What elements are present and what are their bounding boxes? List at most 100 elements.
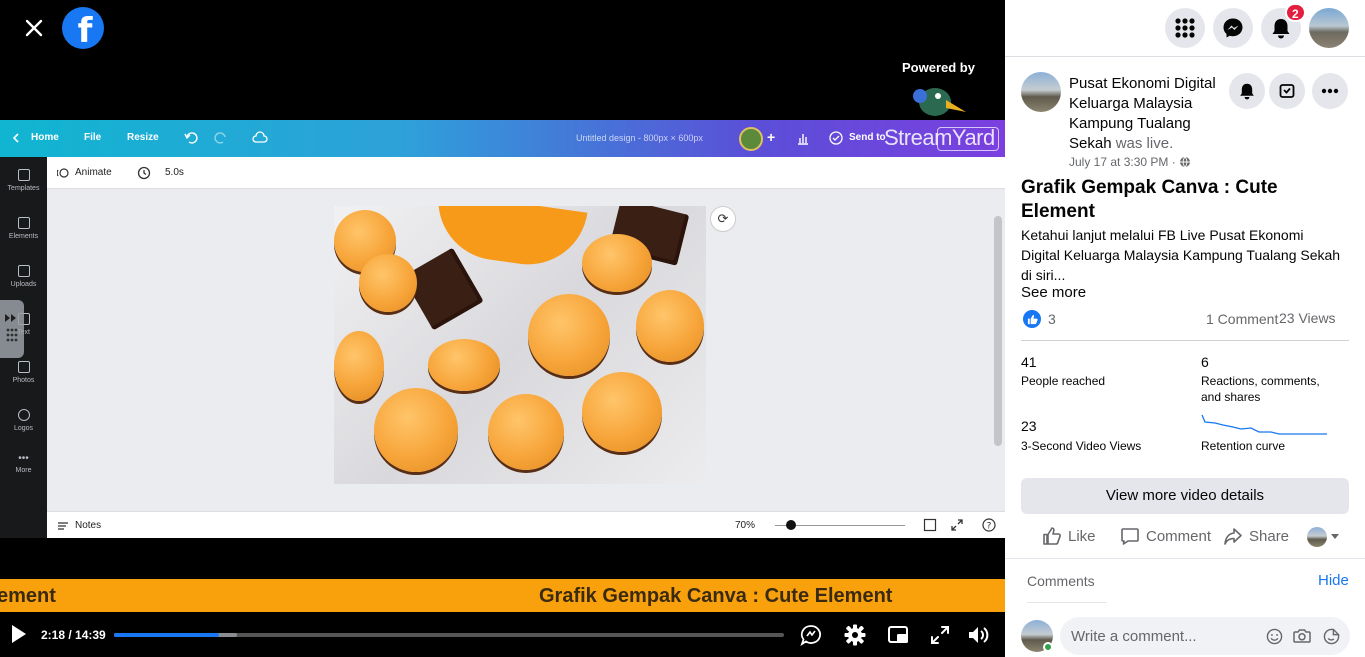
menu-grid-icon [1175,18,1195,38]
reached-count: 41 [1021,354,1037,370]
live-chat-button[interactable] [798,622,824,648]
messenger-button[interactable] [1213,8,1253,48]
hide-comments-link[interactable]: Hide [1318,572,1349,589]
views-3s-count: 23 [1021,418,1037,434]
thumbs-up-icon [1043,527,1061,545]
menu-button[interactable] [1165,8,1205,48]
macaron [528,294,610,376]
reaction-count[interactable]: 3 [1048,311,1056,327]
canva-artboard-macarons [334,206,706,484]
redo-icon [214,132,226,144]
retention-label: Retention curve [1201,439,1286,453]
sidebar-header [1005,0,1365,57]
reactions-label: Reactions, comments, and shares [1201,374,1320,404]
canva-duration-label: 5.0s [165,167,184,178]
reached-label: People reached [1021,374,1106,388]
comment-count[interactable]: 1 Comment [1206,311,1278,327]
volume-button[interactable] [966,622,992,648]
canva-side-more: ••• More [15,453,32,475]
page-name[interactable]: Pusat Ekonomi Digital Keluarga Malaysia … [1069,74,1227,154]
chat-bubble-icon [800,625,821,646]
sticker-icon [1323,628,1339,644]
macaron [359,254,417,312]
like-button[interactable]: Like [1042,525,1096,547]
canva-user-avatar [739,127,763,151]
retention-curve-chart [1201,414,1327,435]
canva-sidebar: Templates Elements Uploads Text Photos L… [0,157,47,538]
emoji-button[interactable] [1265,627,1283,645]
share-button[interactable]: Share [1223,525,1289,547]
canva-animate-label: Animate [75,167,112,178]
miniplayer-button[interactable] [885,622,911,648]
camera-icon [1293,629,1311,643]
volume-icon [969,627,989,643]
like-reaction-icon[interactable] [1023,310,1041,328]
archive-icon [1279,84,1295,98]
see-more-link[interactable]: See more [1021,284,1086,301]
emoji-icon [1266,628,1282,644]
macaron [428,339,500,391]
banner-text-tail: ement [0,585,56,607]
video-player[interactable]: f Powered by StreamYard Home File Resize… [0,0,1005,657]
fullscreen-icon [931,626,949,644]
follow-bell-button[interactable] [1229,73,1265,109]
play-icon[interactable] [12,625,26,643]
divider [1021,340,1349,341]
macaron [374,388,458,472]
canva-doc-title: Untitled design - 800px × 600px [576,133,703,143]
more-options-button[interactable] [1312,73,1348,109]
canva-zoom-knob [786,520,796,530]
online-status-dot [1043,642,1053,652]
canva-menu-file: File [84,132,102,143]
notes-icon [58,522,68,530]
view-count: 23 Views [1279,310,1336,326]
sticker-button[interactable] [1322,627,1340,645]
post-date[interactable]: July 17 at 3:30 PM · [1069,155,1191,169]
post-sidebar: 2 Pusat Ekonomi Digital Keluarga Malaysi… [1005,0,1365,657]
expand-icon [951,519,963,531]
macaron [488,394,564,470]
photo-button[interactable] [1293,627,1311,645]
close-icon [25,19,43,37]
cloud-icon [252,131,268,143]
insights-icon [798,134,808,145]
thumbs-up-icon [1027,314,1038,324]
comment-label: Comment [1146,527,1212,545]
save-button[interactable] [1269,73,1305,109]
share-label: Share [1249,527,1290,545]
page-avatar[interactable] [1021,72,1061,112]
drag-handle [0,300,24,358]
globe-icon [1180,156,1191,168]
comments-heading: Comments [1027,573,1095,589]
views-3s-label: 3-Second Video Views [1021,439,1142,453]
elements-icon [17,217,30,229]
comment-button[interactable]: Comment [1120,525,1211,547]
macaron [582,234,652,292]
help-icon: ? [982,518,996,532]
view-video-details-button[interactable]: View more video details [1021,478,1349,514]
canva-side-photos: Photos [0,361,47,384]
more-dots-icon [1321,88,1339,94]
account-avatar[interactable] [1309,8,1349,48]
reactions-count: 6 [1201,354,1209,370]
facebook-f-icon: f [77,11,93,51]
progress-bar[interactable] [114,633,784,637]
grip-icon [5,314,18,342]
streamyard-watermark: StreamYard [884,125,995,150]
gear-icon [844,624,866,646]
post-title: Grafik Gempak Canva : Cute Element [1021,177,1278,222]
facebook-logo[interactable]: f [62,7,104,51]
canva-side-uploads: Uploads [0,265,47,288]
caret-down-icon[interactable] [1330,533,1340,540]
macaron [582,372,662,452]
like-label: Like [1068,527,1096,545]
divider [1027,602,1107,603]
react-as-avatar[interactable] [1307,527,1327,547]
settings-button[interactable] [842,622,868,648]
animate-icon [57,168,69,178]
miniplayer-icon [888,626,908,643]
fullscreen-button[interactable] [927,622,953,648]
canva-menu-home: Home [31,132,59,143]
close-button[interactable] [14,8,54,48]
photos-icon [17,361,30,373]
